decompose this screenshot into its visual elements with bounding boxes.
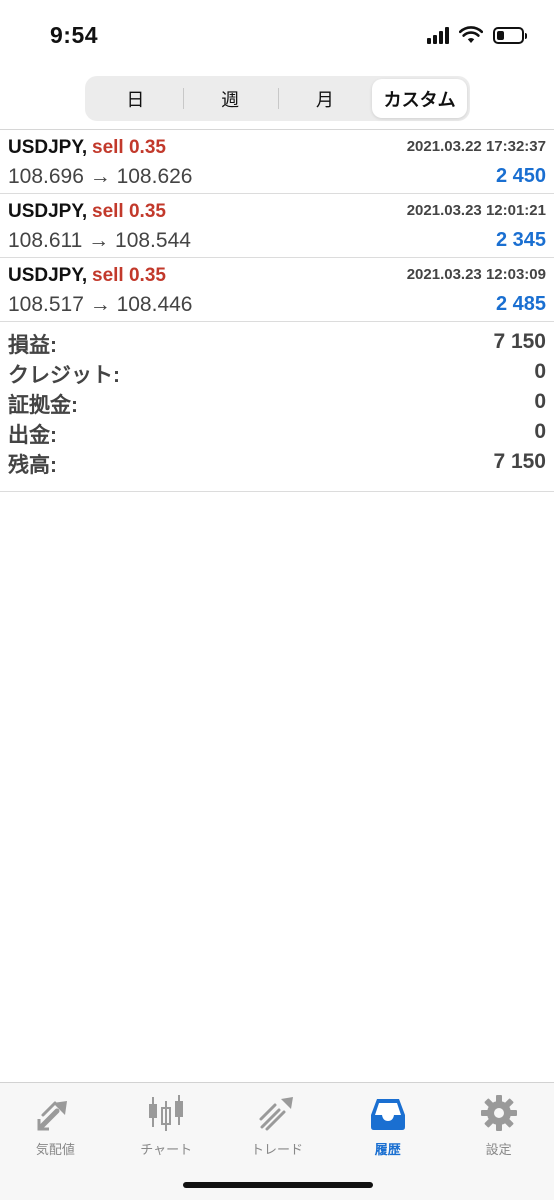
- history-screen: 9:54 日 週 月 カスタム USDJPY, sell 0.35 2021.0: [0, 0, 554, 1200]
- tab-label: チャート: [140, 1142, 193, 1157]
- settings-icon: [479, 1093, 519, 1133]
- tab-settings[interactable]: 設定: [443, 1083, 554, 1200]
- trade-list: USDJPY, sell 0.35 2021.03.22 17:32:37 10…: [0, 130, 554, 322]
- trade-symbol: USDJPY,: [8, 137, 88, 158]
- trade-row[interactable]: USDJPY, sell 0.35 2021.03.23 12:03:09 10…: [0, 258, 554, 322]
- summary-value: 0: [534, 360, 546, 383]
- history-icon: [368, 1093, 408, 1133]
- trade-symbol: USDJPY,: [8, 201, 88, 222]
- tab-quotes[interactable]: 気配値: [0, 1083, 111, 1200]
- summary-balance: 残高: 7 150: [0, 443, 554, 477]
- wifi-icon: [459, 26, 483, 43]
- quotes-icon: [35, 1093, 75, 1133]
- summary-value: 0: [534, 420, 546, 443]
- trade-prices: 108.611 → 108.544: [8, 229, 191, 252]
- trade-prices: 108.696 → 108.626: [8, 165, 193, 188]
- summary-value: 0: [534, 390, 546, 413]
- trade-time: 2021.03.23 12:03:09: [406, 266, 546, 283]
- trade-symbol: USDJPY,: [8, 265, 88, 286]
- status-icons: [427, 24, 527, 46]
- summary-value: 7 150: [493, 330, 546, 353]
- tab-custom[interactable]: カスタム: [372, 79, 467, 118]
- tab-label: 履歴: [374, 1142, 401, 1157]
- status-time: 9:54: [50, 22, 99, 48]
- tab-month[interactable]: 月: [277, 79, 373, 118]
- trade-prices: 108.517 → 108.446: [8, 293, 193, 316]
- tab-label: 気配値: [35, 1142, 75, 1157]
- summary-label: 残高:: [8, 454, 57, 477]
- signal-icon: [427, 26, 449, 44]
- tab-label: 設定: [485, 1142, 512, 1157]
- tab-label: トレード: [250, 1142, 303, 1157]
- trade-profit: 2 485: [495, 293, 546, 315]
- summary-withdrawal: 出金: 0: [0, 413, 554, 447]
- trade-side: sell 0.35: [92, 201, 166, 222]
- trade-row[interactable]: USDJPY, sell 0.35 2021.03.22 17:32:37 10…: [0, 130, 554, 194]
- trade-time: 2021.03.22 17:32:37: [406, 138, 546, 155]
- tab-day[interactable]: 日: [88, 79, 183, 118]
- trade-profit: 2 345: [495, 229, 546, 251]
- account-summary: 損益: 7 150 クレジット: 0 証拠金: 0 出金: 0 残高: 7 15…: [0, 323, 554, 492]
- trade-profit: 2 450: [495, 165, 546, 187]
- battery-icon: [493, 26, 527, 44]
- summary-deposit: 証拠金: 0: [0, 383, 554, 417]
- trade-row[interactable]: USDJPY, sell 0.35 2021.03.23 12:01:21 10…: [0, 194, 554, 258]
- trade-side: sell 0.35: [92, 265, 166, 286]
- chart-icon: [146, 1093, 186, 1133]
- summary-profit: 損益: 7 150: [0, 323, 554, 357]
- period-selector: 日 週 月 カスタム: [85, 76, 470, 121]
- tab-week[interactable]: 週: [182, 79, 278, 118]
- summary-value: 7 150: [493, 450, 546, 473]
- trade-icon: [257, 1093, 297, 1133]
- home-indicator[interactable]: [183, 1182, 373, 1188]
- trade-time: 2021.03.23 12:01:21: [406, 202, 546, 219]
- trade-side: sell 0.35: [92, 137, 166, 158]
- status-bar: 9:54: [0, 0, 554, 70]
- summary-credit: クレジット: 0: [0, 353, 554, 387]
- battery-level: [497, 30, 504, 40]
